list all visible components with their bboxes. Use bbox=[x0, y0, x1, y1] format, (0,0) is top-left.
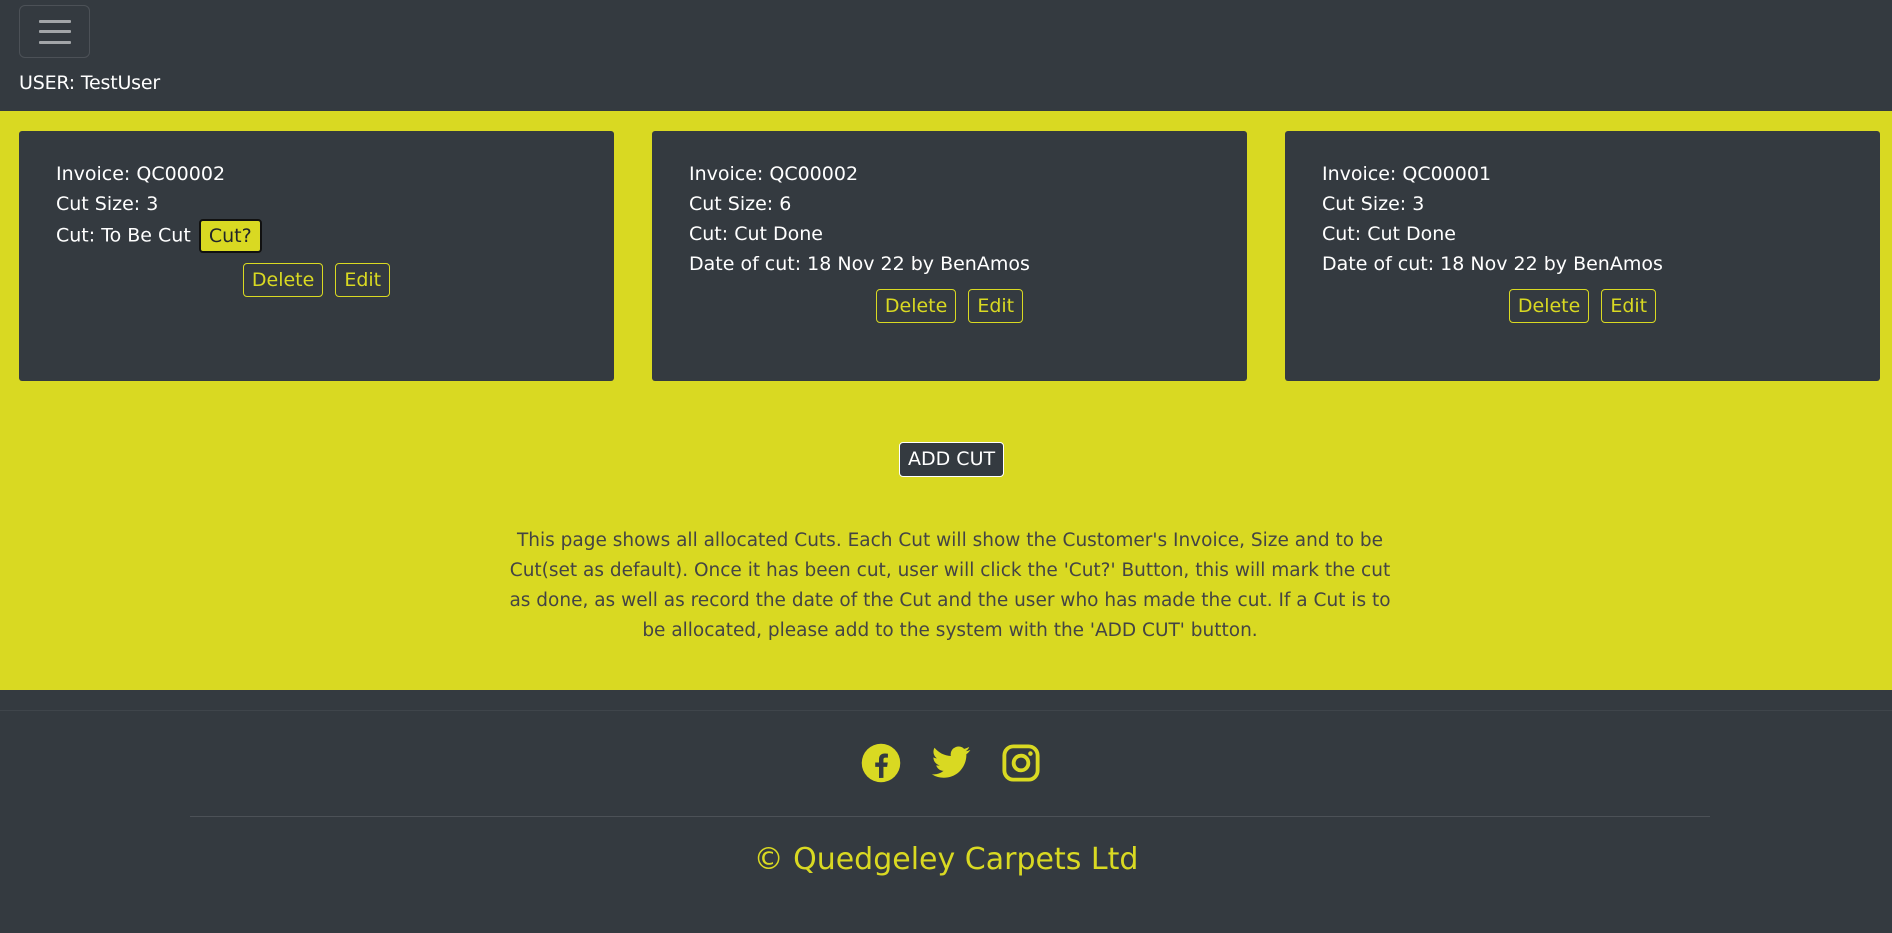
cut-size-text: Cut Size: 3 bbox=[56, 193, 159, 215]
cut-date-text: Date of cut: 18 Nov 22 by BenAmos bbox=[1322, 253, 1663, 275]
cut-date-text: Date of cut: 18 Nov 22 by BenAmos bbox=[689, 253, 1030, 275]
invoice-text: Invoice: QC00002 bbox=[689, 163, 859, 185]
edit-button[interactable]: Edit bbox=[1601, 289, 1657, 323]
card-actions: Delete Edit bbox=[1322, 289, 1843, 323]
invoice-text: Invoice: QC00002 bbox=[56, 163, 226, 185]
menu-toggle-button[interactable] bbox=[19, 5, 90, 58]
top-navbar: USER: TestUser bbox=[0, 0, 1892, 111]
delete-button[interactable]: Delete bbox=[1508, 289, 1590, 323]
cut-card: Invoice: QC00002 Cut Size: 6 Cut: Cut Do… bbox=[652, 131, 1247, 381]
facebook-icon[interactable] bbox=[860, 742, 902, 784]
add-cut-button[interactable]: ADD CUT bbox=[899, 442, 1005, 477]
cut-status-text: Cut: Cut Done bbox=[689, 223, 823, 245]
card-actions: Delete Edit bbox=[689, 289, 1210, 323]
cut-card: Invoice: QC00002 Cut Size: 3 Cut: To Be … bbox=[19, 131, 614, 381]
instagram-icon[interactable] bbox=[1000, 742, 1042, 784]
cut-status-text: Cut: Cut Done bbox=[1322, 223, 1456, 245]
current-user-label: USER: TestUser bbox=[19, 72, 160, 94]
cut-status-text: Cut: To Be Cut bbox=[56, 224, 191, 247]
invoice-text: Invoice: QC00001 bbox=[1322, 163, 1492, 185]
footer-divider bbox=[190, 816, 1710, 817]
edit-button[interactable]: Edit bbox=[968, 289, 1024, 323]
cut-card: Invoice: QC00001 Cut Size: 3 Cut: Cut Do… bbox=[1285, 131, 1880, 381]
footer bbox=[0, 690, 1892, 933]
cut-size-text: Cut Size: 3 bbox=[1322, 193, 1425, 215]
social-links bbox=[860, 742, 1042, 784]
edit-button[interactable]: Edit bbox=[335, 263, 391, 297]
cut-size-text: Cut Size: 6 bbox=[689, 193, 792, 215]
card-actions: Delete Edit bbox=[56, 263, 577, 297]
page-description: This page shows all allocated Cuts. Each… bbox=[509, 530, 1391, 641]
mark-cut-button[interactable]: Cut? bbox=[198, 219, 262, 253]
twitter-icon[interactable] bbox=[930, 742, 972, 784]
hamburger-icon bbox=[38, 19, 71, 44]
cuts-section: Invoice: QC00002 Cut Size: 3 Cut: To Be … bbox=[0, 111, 1892, 690]
footer-divider-top bbox=[0, 710, 1892, 711]
delete-button[interactable]: Delete bbox=[875, 289, 957, 323]
cut-status-row: Cut: To Be Cut Cut? bbox=[56, 219, 577, 253]
copyright-text: © Quedgeley Carpets Ltd bbox=[753, 842, 1139, 877]
delete-button[interactable]: Delete bbox=[242, 263, 324, 297]
